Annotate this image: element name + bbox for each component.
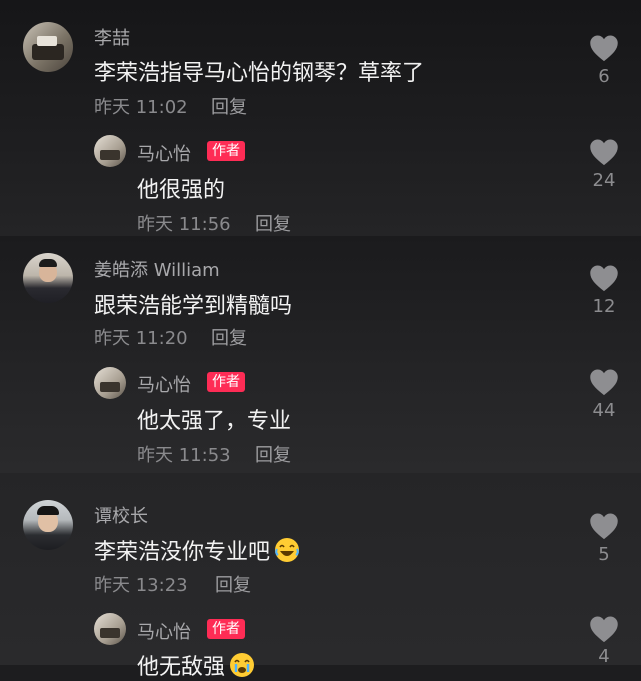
like-count: 12 xyxy=(592,296,616,317)
avatar[interactable] xyxy=(94,367,126,399)
comment-text-content: 李荣浩没你专业吧 xyxy=(94,540,271,565)
avatar[interactable] xyxy=(94,613,126,645)
comment-text[interactable]: 李荣浩没你专业吧 xyxy=(94,534,300,566)
reply-button[interactable]: 回复 xyxy=(211,93,247,119)
heart-icon[interactable] xyxy=(589,138,619,166)
reply-button[interactable]: 回复 xyxy=(211,324,247,350)
like-count: 6 xyxy=(598,66,610,87)
comment-time: 昨天 11:20 xyxy=(94,328,188,349)
heart-icon[interactable] xyxy=(589,512,619,540)
crying-emoji-icon xyxy=(230,653,255,677)
reply-text[interactable]: 他太强了，专业 xyxy=(137,403,291,435)
reply-text-content: 他无敌强 xyxy=(137,655,226,680)
laughing-emoji-icon xyxy=(275,538,300,562)
heart-icon[interactable] xyxy=(589,615,619,643)
reply-username[interactable]: 马心怡 xyxy=(137,371,191,397)
reply-text[interactable]: 他无敌强 xyxy=(137,649,255,681)
reply-time: 昨天 11:53 xyxy=(137,445,231,466)
like-count: 5 xyxy=(598,544,610,565)
like-count: 44 xyxy=(592,400,616,421)
reply-username[interactable]: 马心怡 xyxy=(137,618,191,644)
author-badge: 作者 xyxy=(207,372,245,392)
reply-button[interactable]: 回复 xyxy=(255,441,291,467)
avatar[interactable] xyxy=(23,500,73,550)
like-count: 24 xyxy=(592,170,616,191)
comment-username[interactable]: 谭校长 xyxy=(94,502,148,528)
comment-username[interactable]: 姜皓添 William xyxy=(94,256,220,282)
avatar[interactable] xyxy=(23,22,73,72)
reply-text[interactable]: 他很强的 xyxy=(137,172,225,204)
avatar[interactable] xyxy=(94,135,126,167)
comment-time: 昨天 11:02 xyxy=(94,97,188,118)
reply-button[interactable]: 回复 xyxy=(255,210,291,236)
heart-icon[interactable] xyxy=(589,34,619,62)
comment-time: 昨天 13:23 xyxy=(94,575,188,596)
reply-time: 昨天 11:56 xyxy=(137,214,231,235)
reply-username[interactable]: 马心怡 xyxy=(137,140,191,166)
avatar[interactable] xyxy=(23,253,73,303)
author-badge: 作者 xyxy=(207,619,245,639)
heart-icon[interactable] xyxy=(589,368,619,396)
author-badge: 作者 xyxy=(207,141,245,161)
heart-icon[interactable] xyxy=(589,264,619,292)
like-count: 4 xyxy=(598,646,610,667)
comment-username[interactable]: 李喆 xyxy=(94,24,130,50)
reply-button[interactable]: 回复 xyxy=(215,571,251,597)
comment-text[interactable]: 跟荣浩能学到精髓吗 xyxy=(94,288,292,320)
comment-text[interactable]: 李荣浩指导马心怡的钢琴？草率了 xyxy=(94,55,424,87)
